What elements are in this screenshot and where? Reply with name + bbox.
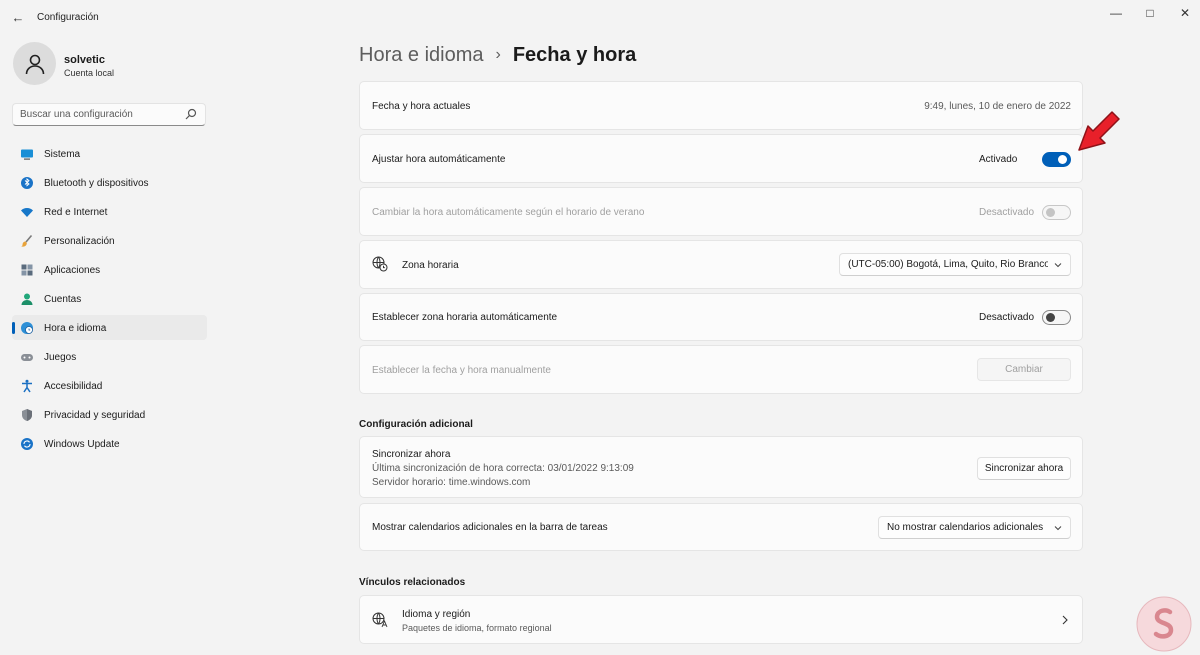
language-region-label: Idioma y región <box>402 609 471 620</box>
language-icon <box>372 612 388 628</box>
sidebar-item-bluetooth[interactable]: Bluetooth y dispositivos <box>12 170 207 195</box>
shield-icon <box>22 409 32 421</box>
sidebar-nav: Sistema Bluetooth y dispositivos Red e I… <box>12 141 207 460</box>
auto-timezone-card: Establecer zona horaria automáticamente … <box>359 293 1083 341</box>
dst-card: Cambiar la hora automáticamente según el… <box>359 187 1083 236</box>
change-button[interactable]: Cambiar <box>977 358 1071 381</box>
auto-time-label: Ajustar hora automáticamente <box>372 154 506 165</box>
sidebar-item-red[interactable]: Red e Internet <box>12 199 207 224</box>
sidebar-item-accesibilidad[interactable]: Accesibilidad <box>12 373 207 398</box>
auto-timezone-label: Establecer zona horaria automáticamente <box>372 312 558 323</box>
breadcrumb-parent[interactable]: Hora e idioma <box>359 44 484 66</box>
sidebar-item-label: Bluetooth y dispositivos <box>44 178 149 189</box>
title-bar: ← Configuración — □ ✕ <box>0 0 1200 36</box>
related-links-heading: Vínculos relacionados <box>359 577 466 588</box>
avatar <box>13 42 56 85</box>
breadcrumb: Hora e idioma › Fecha y hora <box>359 44 636 67</box>
sidebar-item-label: Privacidad y seguridad <box>44 410 146 421</box>
current-datetime-label: Fecha y hora actuales <box>372 101 471 112</box>
dst-state: Desactivado <box>979 207 1035 218</box>
monitor-icon <box>21 149 33 160</box>
calendars-selected: No mostrar calendarios adicionales <box>887 522 1044 533</box>
person-icon <box>25 54 44 74</box>
sync-label: Sincronizar ahora <box>372 449 451 460</box>
globe-clock-icon <box>21 322 33 334</box>
sync-card: Sincronizar ahora Última sincronización … <box>359 436 1083 498</box>
sidebar-item-label: Accesibilidad <box>44 381 103 392</box>
minimize-button[interactable]: — <box>1098 0 1134 26</box>
calendars-card: Mostrar calendarios adicionales en la ba… <box>359 503 1083 551</box>
wifi-icon <box>21 208 33 217</box>
maximize-button[interactable]: □ <box>1132 0 1168 26</box>
auto-time-toggle[interactable] <box>1042 152 1071 167</box>
timezone-label: Zona horaria <box>402 260 459 271</box>
language-region-link[interactable]: Idioma y región Paquetes de idioma, form… <box>359 595 1083 644</box>
sidebar-item-cuentas[interactable]: Cuentas <box>12 286 207 311</box>
last-sync-text: Última sincronización de hora correcta: … <box>372 463 634 474</box>
sidebar-item-label: Windows Update <box>44 439 120 450</box>
sidebar-item-label: Cuentas <box>44 294 82 305</box>
current-datetime-card: Fecha y hora actuales 9:49, lunes, 10 de… <box>359 81 1083 130</box>
back-arrow-icon[interactable]: ← <box>10 10 26 26</box>
window-title: Configuración <box>37 12 99 23</box>
timezone-dropdown[interactable]: (UTC-05:00) Bogotá, Lima, Quito, Rio Bra… <box>839 253 1071 276</box>
auto-time-card: Ajustar hora automáticamente Activado <box>359 134 1083 183</box>
sidebar-item-windows-update[interactable]: Windows Update <box>12 431 207 456</box>
search-box[interactable] <box>12 103 206 126</box>
sidebar-item-label: Hora e idioma <box>44 323 107 334</box>
sidebar-item-juegos[interactable]: Juegos <box>12 344 207 369</box>
additional-settings-heading: Configuración adicional <box>359 419 473 430</box>
chevron-down-icon <box>1054 263 1062 268</box>
time-server-text: Servidor horario: time.windows.com <box>372 477 531 488</box>
user-name: solvetic <box>64 54 105 66</box>
watermark-logo-icon <box>1136 596 1192 652</box>
sidebar-item-label: Juegos <box>44 352 77 363</box>
globe-clock-icon <box>372 256 388 272</box>
accessibility-icon <box>22 379 32 393</box>
dst-label: Cambiar la hora automáticamente según el… <box>372 207 645 218</box>
sync-now-button[interactable]: Sincronizar ahora <box>977 457 1071 480</box>
sidebar-item-privacidad[interactable]: Privacidad y seguridad <box>12 402 207 427</box>
account-type: Cuenta local <box>64 68 115 78</box>
sidebar-item-label: Sistema <box>44 149 81 160</box>
gamepad-icon <box>21 354 33 361</box>
close-button[interactable]: ✕ <box>1167 0 1200 26</box>
timezone-card: Zona horaria (UTC-05:00) Bogotá, Lima, Q… <box>359 240 1083 289</box>
manual-datetime-label: Establecer la fecha y hora manualmente <box>372 365 551 376</box>
sidebar-item-personalizacion[interactable]: Personalización <box>12 228 207 253</box>
breadcrumb-separator: › <box>495 46 501 63</box>
auto-timezone-state: Desactivado <box>979 312 1035 323</box>
dst-toggle[interactable] <box>1042 205 1071 220</box>
pointer-arrow-icon <box>1078 111 1120 151</box>
chevron-right-icon <box>1062 615 1068 625</box>
sidebar-item-hora-idioma[interactable]: Hora e idioma <box>12 315 207 340</box>
calendars-dropdown[interactable]: No mostrar calendarios adicionales <box>878 516 1071 539</box>
current-datetime-value: 9:49, lunes, 10 de enero de 2022 <box>924 101 1071 112</box>
language-region-description: Paquetes de idioma, formato regional <box>402 623 552 633</box>
page-title: Fecha y hora <box>512 44 637 66</box>
manual-datetime-card: Establecer la fecha y hora manualmente C… <box>359 345 1083 394</box>
sidebar-item-label: Red e Internet <box>44 207 108 218</box>
bluetooth-icon <box>21 177 33 189</box>
brush-icon <box>21 234 33 247</box>
chevron-down-icon <box>1054 526 1062 531</box>
calendars-label: Mostrar calendarios adicionales en la ba… <box>372 522 608 533</box>
sidebar-item-sistema[interactable]: Sistema <box>12 141 207 166</box>
search-input[interactable] <box>20 107 180 122</box>
sidebar-item-label: Aplicaciones <box>44 265 101 276</box>
timezone-selected: (UTC-05:00) Bogotá, Lima, Quito, Rio Bra… <box>848 259 1048 270</box>
search-icon[interactable] <box>185 108 197 120</box>
person-icon <box>21 293 33 305</box>
apps-icon <box>21 264 33 276</box>
update-icon <box>21 438 33 450</box>
sidebar-item-aplicaciones[interactable]: Aplicaciones <box>12 257 207 282</box>
sidebar-item-label: Personalización <box>44 236 115 247</box>
auto-time-state: Activado <box>979 154 1018 165</box>
auto-timezone-toggle[interactable] <box>1042 310 1071 325</box>
